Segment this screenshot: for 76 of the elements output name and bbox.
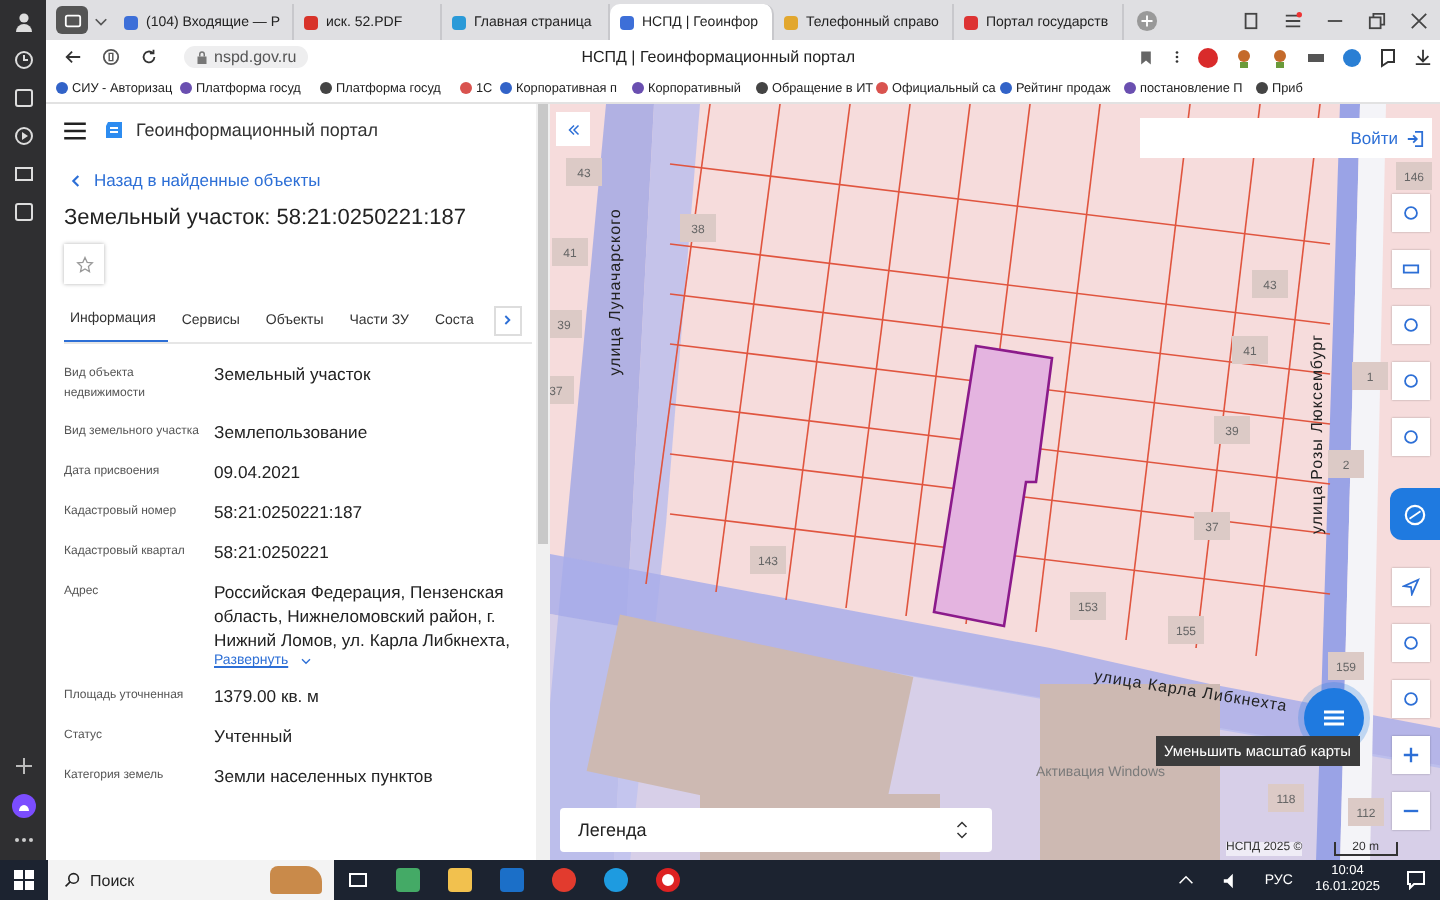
menu-icon[interactable] — [64, 121, 86, 139]
more-icon[interactable] — [13, 836, 33, 844]
page-title: НСПД | Геоинформационный портал — [579, 48, 857, 66]
rectangle-button[interactable] — [1392, 250, 1430, 288]
collapse-button[interactable] — [556, 112, 590, 146]
layers-button[interactable] — [1392, 194, 1430, 232]
close-icon[interactable] — [1410, 11, 1428, 29]
street-label: улица Карла Либкнехта — [1092, 666, 1289, 716]
task-view-icon[interactable] — [348, 870, 368, 890]
street-label: улица Розы Люксембург — [1308, 333, 1326, 535]
field-value: Земельный участок — [214, 362, 371, 386]
ad-block-icon[interactable] — [1198, 47, 1218, 67]
tab-group-button[interactable] — [56, 6, 88, 34]
plus-icon[interactable] — [13, 756, 33, 776]
selection-button[interactable] — [1392, 306, 1430, 344]
field-value: 09.04.2021 — [214, 460, 301, 484]
image-icon[interactable] — [13, 164, 33, 184]
copy-icon[interactable] — [1242, 11, 1260, 29]
portal-name: Геоинформационный портал — [136, 120, 378, 140]
navigation-arrow-icon — [1402, 578, 1420, 596]
back-arrow-icon[interactable] — [64, 48, 82, 66]
square-icon[interactable] — [13, 88, 33, 108]
chevron-down-icon[interactable] — [94, 13, 108, 27]
double-chevron-left-icon — [565, 123, 581, 135]
sign-button[interactable] — [1390, 488, 1440, 540]
zoom-in-button[interactable] — [1392, 736, 1430, 774]
favorite-button[interactable] — [64, 244, 104, 284]
login-button[interactable]: Войти — [1350, 128, 1424, 148]
star-icon — [75, 255, 93, 273]
windows-start-icon[interactable] — [14, 870, 34, 890]
field-value: 1379.00 кв. м — [214, 684, 319, 708]
browser-icon[interactable] — [656, 868, 680, 892]
share-button[interactable] — [1392, 362, 1430, 400]
screen-button[interactable] — [1392, 624, 1430, 662]
sort-arrows-icon — [956, 820, 968, 840]
reload-icon[interactable] — [140, 48, 158, 66]
notifications-icon[interactable] — [1406, 870, 1426, 890]
bookmark-icon[interactable] — [1138, 49, 1154, 65]
scrollbar[interactable] — [536, 104, 550, 860]
back-link[interactable]: Назад в найденные объекты — [70, 170, 321, 190]
chevron-down-icon — [300, 657, 313, 665]
more-icon[interactable] — [1174, 48, 1180, 66]
new-tab-icon[interactable] — [1136, 9, 1158, 31]
play-icon[interactable] — [13, 126, 33, 146]
assistant-icon[interactable] — [11, 794, 35, 818]
list-icon — [1322, 708, 1346, 728]
field-value: Учтенный — [214, 724, 293, 748]
legend-dropdown[interactable]: Легенда — [560, 808, 992, 852]
login-icon — [1406, 129, 1424, 147]
field-value: Российская Федерация, Пензенская область, Нижнеломовский район, г. Нижний Ломов, ул. Карла Либкнехта, — [214, 580, 512, 652]
square-icon[interactable] — [13, 202, 33, 222]
target-button[interactable] — [1392, 680, 1430, 718]
caret-up-icon[interactable] — [1178, 872, 1195, 888]
street-label: улица Луначарского — [606, 208, 624, 376]
zoom-in-icon — [1402, 746, 1420, 764]
chevron-right-icon — [503, 314, 512, 326]
restore-icon[interactable] — [1368, 11, 1386, 29]
search-icon — [64, 872, 80, 888]
field-value: Земли населенных пунктов — [214, 764, 433, 788]
rectangle-icon — [1402, 260, 1420, 278]
field-value: 58:21:0250221 — [214, 540, 329, 564]
user-icon[interactable] — [13, 12, 33, 32]
field-value: 58:21:0250221:187 — [214, 500, 363, 524]
url-field[interactable]: nspd.gov.ru — [184, 46, 309, 68]
download-icon[interactable] — [1414, 48, 1432, 66]
clock-icon[interactable] — [13, 50, 33, 70]
taskbar-search-field[interactable]: Поиск — [48, 860, 334, 900]
lock-icon — [196, 49, 208, 65]
field-value: Землепользование — [214, 420, 368, 444]
print-button[interactable] — [1392, 418, 1430, 456]
menu-icon[interactable] — [1284, 11, 1302, 29]
object-title: Земельный участок: 58:21:0250221:187 — [64, 206, 469, 230]
chevron-left-icon — [70, 173, 80, 187]
portal-logo-icon — [104, 120, 124, 140]
navigation-arrow-button[interactable] — [1392, 568, 1430, 606]
window-icon — [63, 11, 81, 29]
